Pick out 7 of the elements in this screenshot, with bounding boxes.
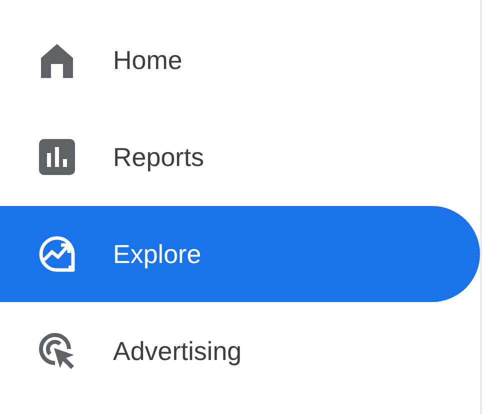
nav-item[interactable]: Home — [0, 12, 480, 108]
bar-chart-icon — [37, 137, 77, 177]
nav-item[interactable]: Explore — [0, 206, 480, 302]
nav-item[interactable]: Advertising — [0, 303, 480, 399]
cursor-target-icon — [37, 331, 77, 371]
nav-item[interactable]: Reports — [0, 109, 480, 205]
trend-chart-icon — [37, 234, 77, 274]
